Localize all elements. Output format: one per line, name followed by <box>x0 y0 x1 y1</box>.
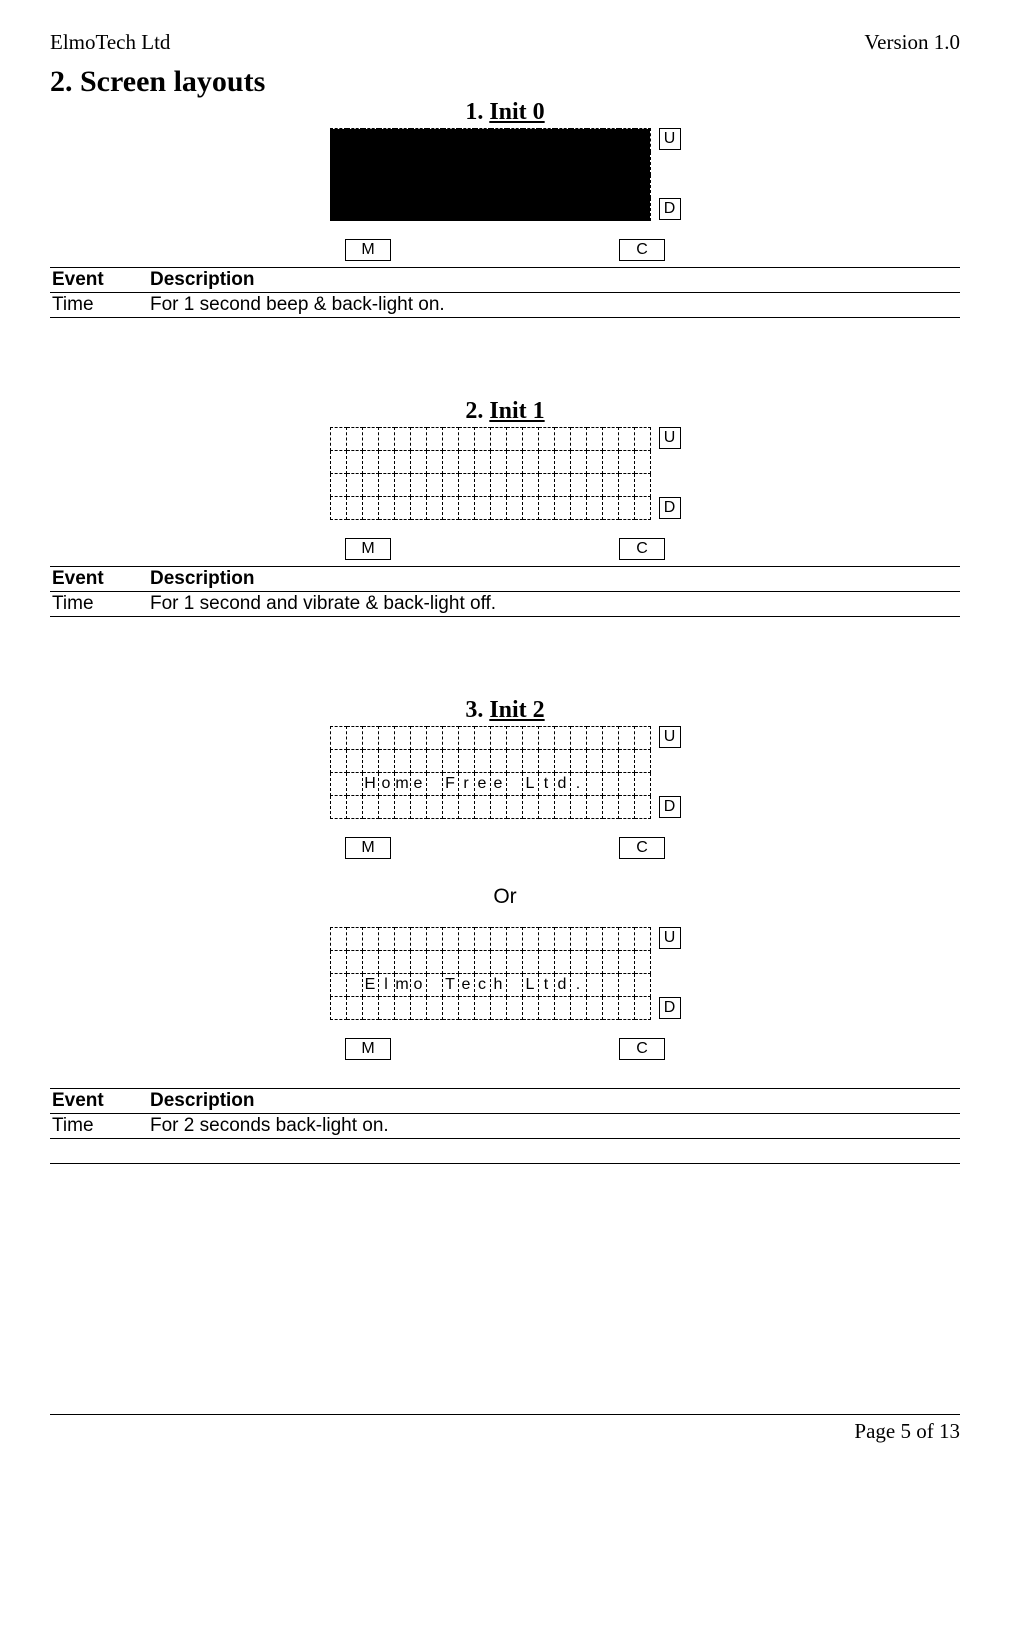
screen-heading-0: 1. Init 0 <box>50 99 960 126</box>
button-up[interactable]: U <box>659 427 681 449</box>
or-label: Or <box>50 885 960 909</box>
button-menu[interactable]: M <box>345 538 391 560</box>
button-cancel[interactable]: C <box>619 1038 665 1060</box>
event-table-2: Event Description Time For 2 seconds bac… <box>50 1088 960 1164</box>
button-down[interactable]: D <box>659 796 681 818</box>
td-event: Time <box>50 1114 148 1139</box>
button-up[interactable]: U <box>659 927 681 949</box>
header-left: ElmoTech Ltd <box>50 30 170 55</box>
event-table-1: Event Description Time For 1 second and … <box>50 566 960 617</box>
button-menu[interactable]: M <box>345 1038 391 1060</box>
td-desc: For 1 second and vibrate & back-light of… <box>148 592 960 617</box>
event-table-0: Event Description Time For 1 second beep… <box>50 267 960 318</box>
screen-init1: 2. Init 1 U D M C <box>50 398 960 560</box>
th-desc: Description <box>148 567 960 592</box>
button-up[interactable]: U <box>659 726 681 748</box>
button-down[interactable]: D <box>659 198 681 220</box>
td-event-empty <box>50 1139 148 1164</box>
button-cancel[interactable]: C <box>619 837 665 859</box>
td-event: Time <box>50 293 148 318</box>
th-event: Event <box>50 268 148 293</box>
header-right: Version 1.0 <box>864 30 960 55</box>
th-desc: Description <box>148 268 960 293</box>
button-cancel[interactable]: C <box>619 239 665 261</box>
screen-init2b: ElmoTechLtd. U D M C <box>50 927 960 1060</box>
button-cancel[interactable]: C <box>619 538 665 560</box>
section-title: 2. Screen layouts <box>50 65 960 99</box>
screen-heading-2: 3. Init 2 <box>50 697 960 724</box>
screen-init0: 1. Init 0 U D M C <box>50 99 960 261</box>
th-event: Event <box>50 567 148 592</box>
screen-init2a: 3. Init 2 HomeFreeLtd. U D M C <box>50 697 960 859</box>
page-header: ElmoTech Ltd Version 1.0 <box>50 30 960 55</box>
th-desc: Description <box>148 1089 960 1114</box>
lcd-grid-0 <box>330 128 651 221</box>
button-up[interactable]: U <box>659 128 681 150</box>
button-down[interactable]: D <box>659 997 681 1019</box>
button-menu[interactable]: M <box>345 837 391 859</box>
button-menu[interactable]: M <box>345 239 391 261</box>
screen-heading-1: 2. Init 1 <box>50 398 960 425</box>
button-down[interactable]: D <box>659 497 681 519</box>
td-desc: For 1 second beep & back-light on. <box>148 293 960 318</box>
page-footer: Page 5 of 13 <box>50 1414 960 1444</box>
td-desc: For 2 seconds back-light on. <box>148 1114 960 1139</box>
td-desc-empty <box>148 1139 960 1164</box>
lcd-grid-2a: HomeFreeLtd. <box>330 726 651 819</box>
td-event: Time <box>50 592 148 617</box>
th-event: Event <box>50 1089 148 1114</box>
lcd-grid-1 <box>330 427 651 520</box>
lcd-grid-2b: ElmoTechLtd. <box>330 927 651 1020</box>
